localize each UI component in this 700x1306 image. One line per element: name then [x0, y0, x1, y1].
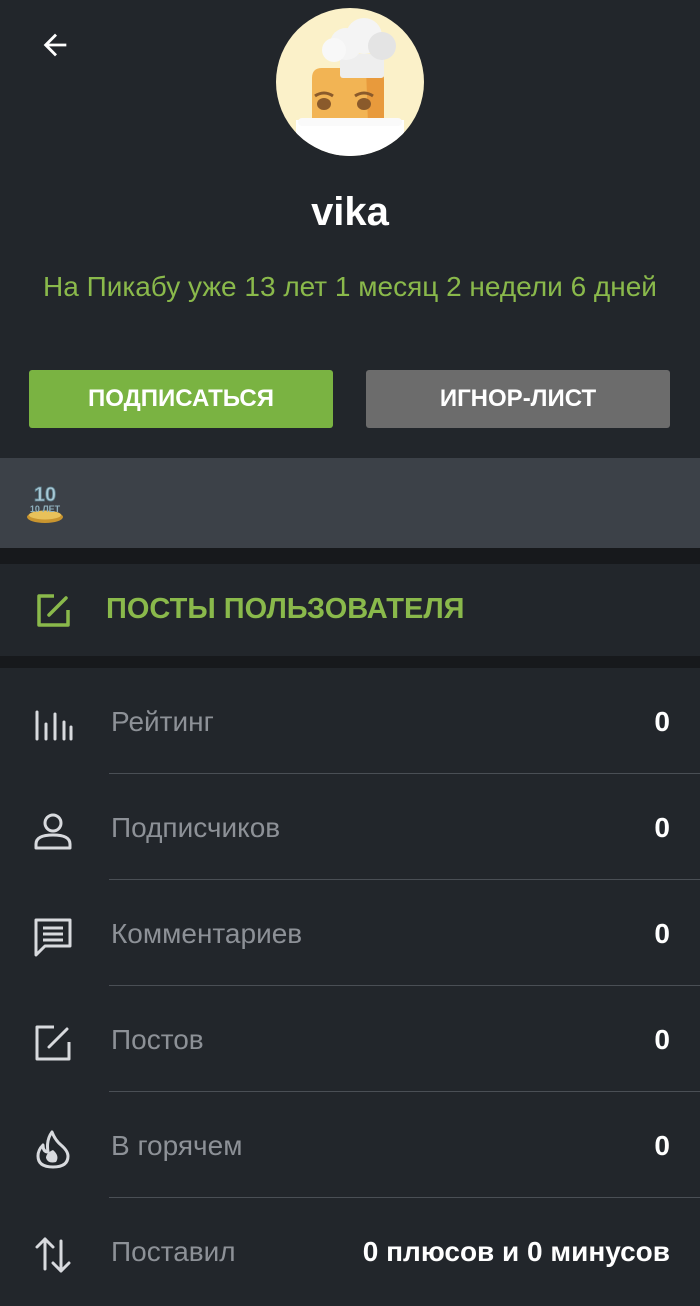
stat-value: 0 — [654, 1024, 670, 1055]
chef-avatar — [296, 18, 404, 156]
comment-icon — [34, 918, 72, 957]
stat-value: 0 — [654, 1130, 670, 1161]
stat-value: 0 — [654, 706, 670, 737]
member-since-text: На Пикабу уже 13 лет 1 месяц 2 недели 6 … — [43, 271, 657, 302]
stat-label: Рейтинг — [111, 706, 214, 737]
subscribe-button[interactable]: ПОДПИСАТЬСЯ — [29, 370, 333, 428]
svg-text:10: 10 — [34, 484, 56, 506]
edit-icon — [35, 1025, 71, 1061]
user-posts-link[interactable]: ПОСТЫ ПОЛЬЗОВАТЕЛЯ — [0, 564, 700, 656]
back-button[interactable] — [34, 24, 76, 66]
stat-subscribers[interactable]: Подписчиков 0 — [0, 774, 700, 880]
stat-rating: Рейтинг 0 — [0, 668, 700, 774]
svg-text:10 ЛЕТ: 10 ЛЕТ — [30, 504, 61, 514]
fire-icon — [36, 1130, 70, 1169]
person-icon — [34, 813, 72, 850]
avatar — [276, 8, 424, 156]
edit-icon — [37, 594, 70, 627]
10-years-award-icon[interactable]: 10 10 ЛЕТ — [24, 481, 66, 525]
sort-arrows-icon — [35, 1237, 71, 1273]
stat-label: Комментариев — [111, 918, 303, 949]
section-divider — [0, 548, 700, 564]
stats-list: Рейтинг 0 Подписчиков 0 Комментариев 0 П… — [0, 668, 700, 1304]
stat-value: 0 — [654, 918, 670, 949]
ignore-list-button[interactable]: ИГНОР-ЛИСТ — [366, 370, 670, 428]
arrow-left-icon — [43, 33, 67, 57]
stat-label: В горячем — [111, 1130, 243, 1161]
username: vika — [311, 190, 389, 234]
stat-votes: Поставил 0 плюсов и 0 минусов — [0, 1198, 700, 1304]
stat-value: 0 — [654, 812, 670, 843]
bar-chart-icon — [35, 710, 73, 741]
stat-label: Постов — [111, 1024, 204, 1055]
stat-posts[interactable]: Постов 0 — [0, 986, 700, 1092]
user-posts-label: ПОСТЫ ПОЛЬЗОВАТЕЛЯ — [106, 593, 465, 625]
stat-label: Поставил — [111, 1236, 236, 1267]
stat-value: 0 плюсов и 0 минусов — [362, 1236, 670, 1267]
stat-label: Подписчиков — [111, 812, 281, 843]
stat-comments[interactable]: Комментариев 0 — [0, 880, 700, 986]
stat-hot[interactable]: В горячем 0 — [0, 1092, 700, 1198]
profile-screen: vika На Пикабу уже 13 лет 1 месяц 2 неде… — [0, 0, 700, 1306]
section-divider — [0, 656, 700, 668]
awards-bar: 10 10 ЛЕТ — [0, 458, 700, 548]
